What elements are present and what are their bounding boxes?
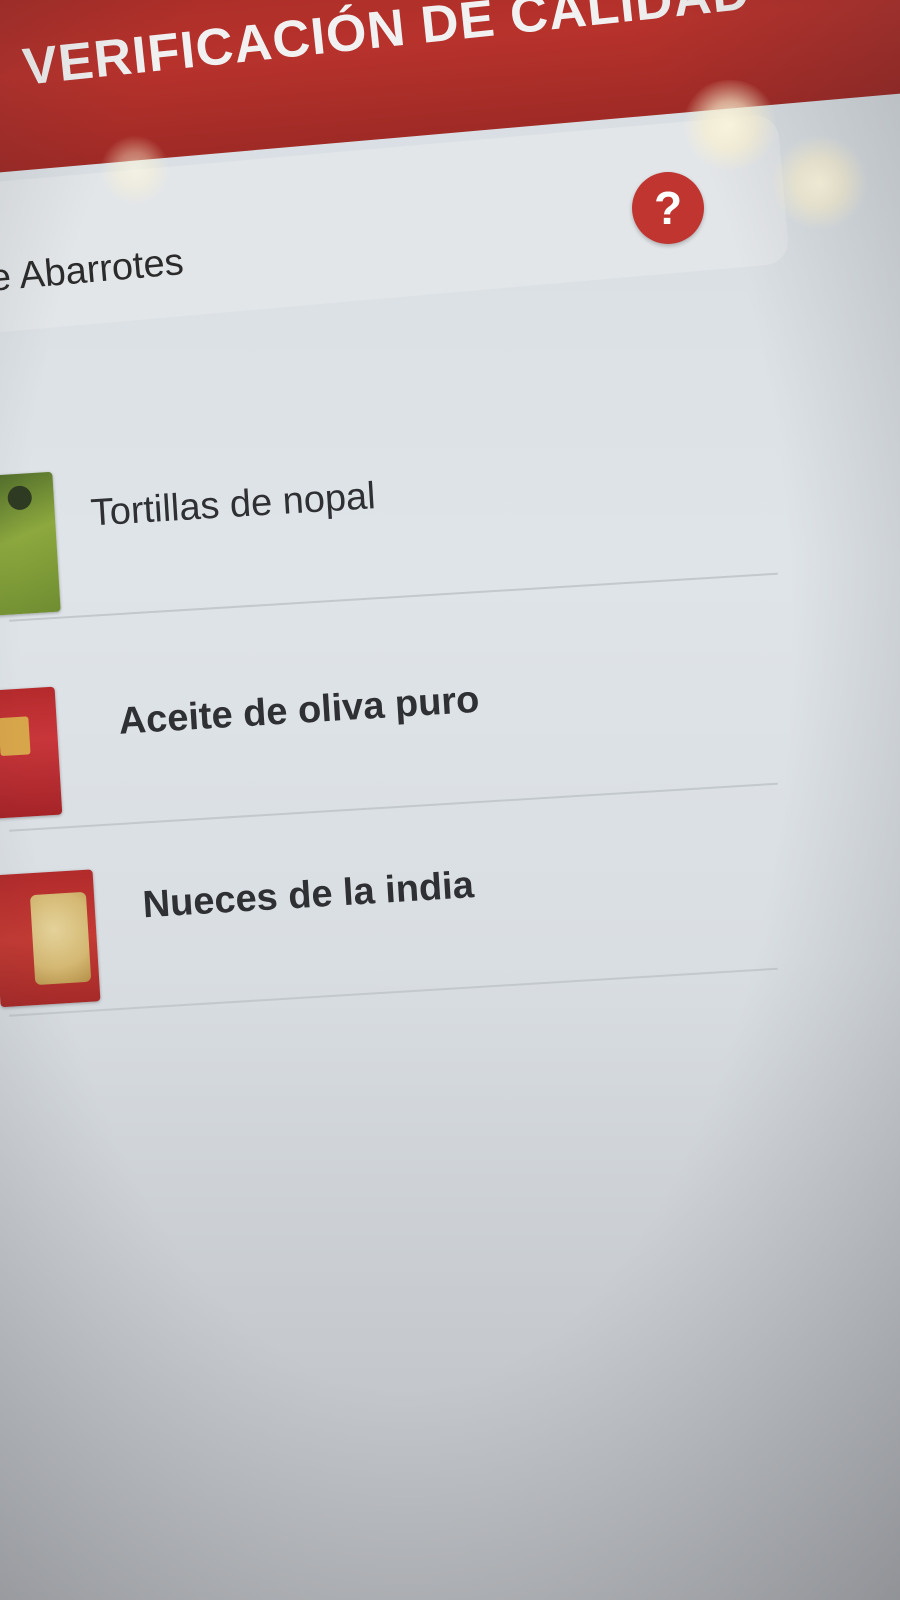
product-thumbnail xyxy=(0,686,63,819)
row-divider xyxy=(9,572,778,622)
product-thumbnail xyxy=(0,471,61,616)
screen-glare xyxy=(100,135,170,205)
product-thumbnail xyxy=(0,869,101,1008)
product-name: Tortillas de nopal xyxy=(89,475,377,535)
product-name: Nueces de la india xyxy=(141,864,475,927)
product-row[interactable]: Tortillas de nopal xyxy=(0,415,900,670)
screen: VERIFICACIÓN DE CALIDAD e Abarrotes ? To… xyxy=(0,0,900,1600)
screen-glare xyxy=(770,135,870,230)
help-button[interactable]: ? xyxy=(632,172,704,244)
row-divider xyxy=(9,967,778,1017)
product-name: Aceite de oliva puro xyxy=(117,678,481,743)
question-mark-icon: ? xyxy=(653,182,683,234)
screen-glare xyxy=(680,80,780,170)
